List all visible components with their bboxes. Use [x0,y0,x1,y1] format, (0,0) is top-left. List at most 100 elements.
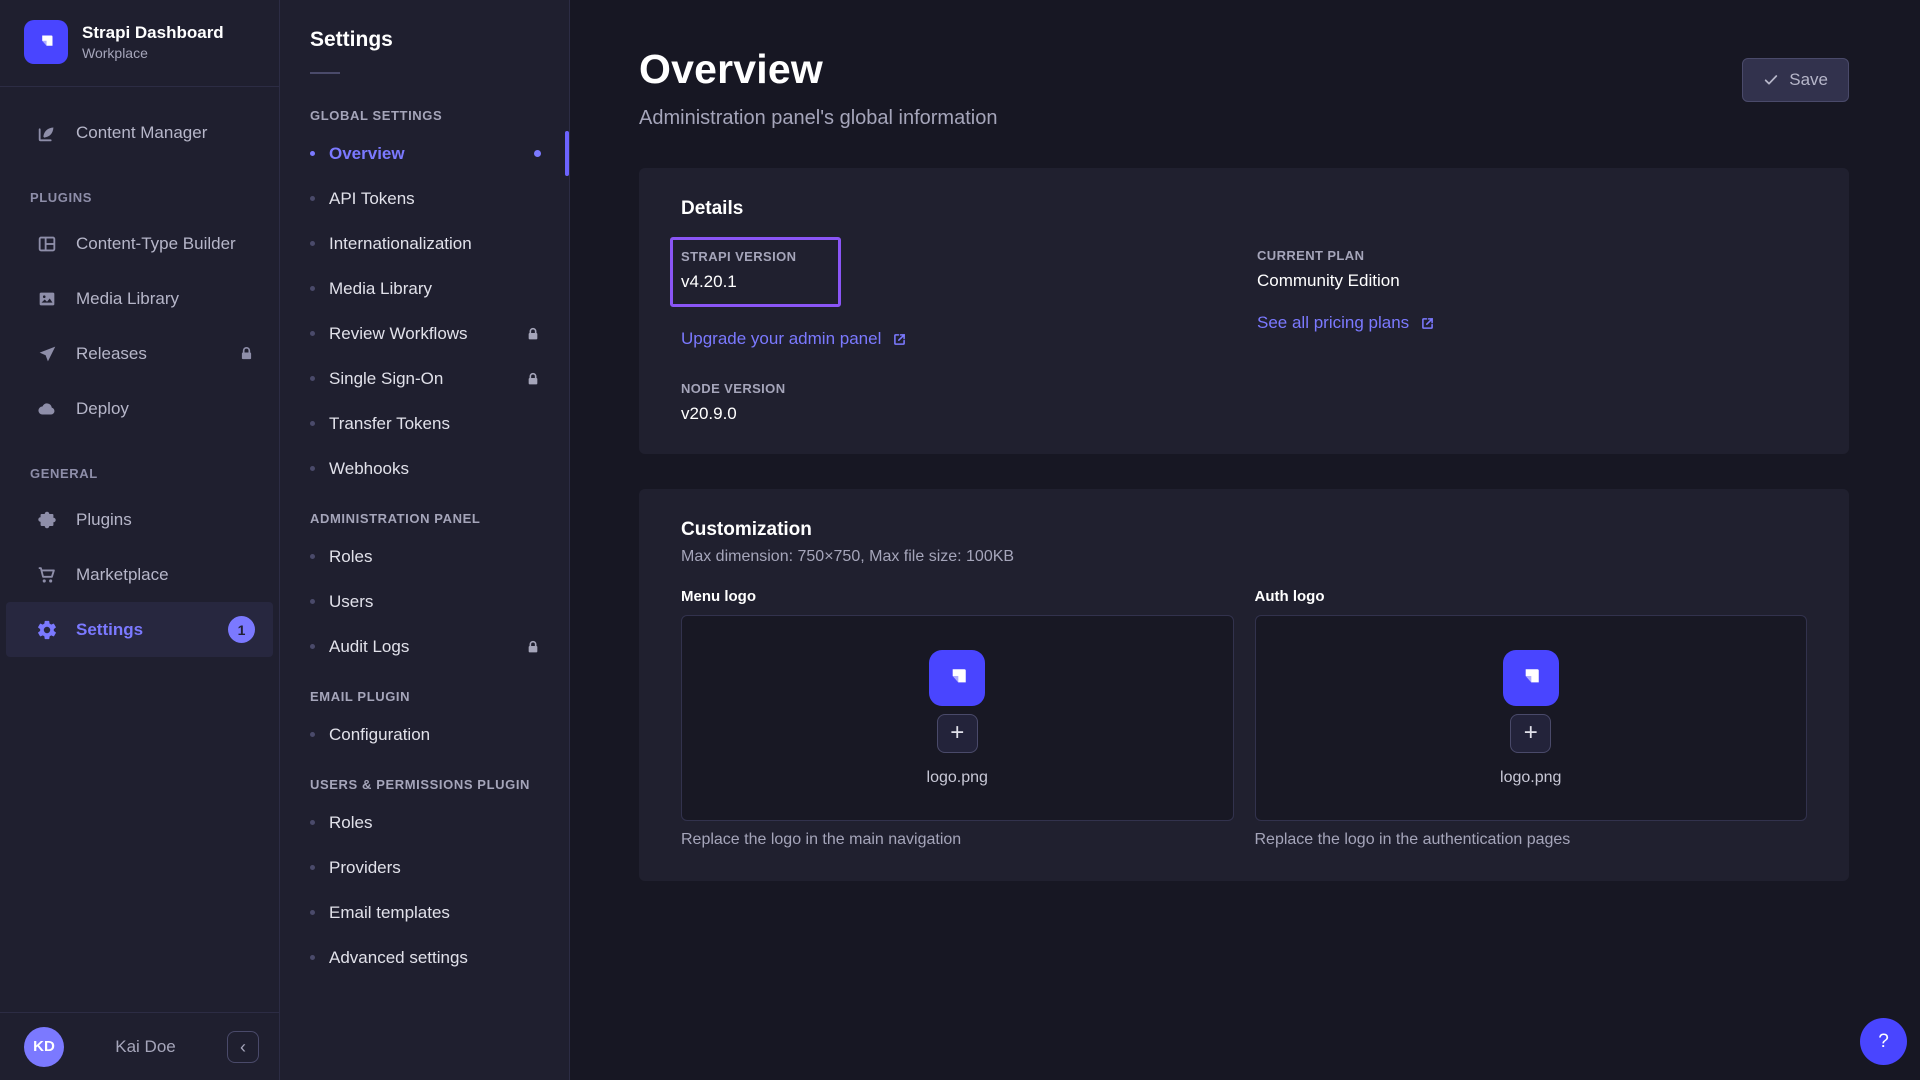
strapi-version-value: v4.20.1 [681,272,796,292]
sidebar-section-general: GENERAL [0,464,279,482]
subnav-item-providers[interactable]: Providers [280,845,569,890]
subnav-item-users[interactable]: Users [280,579,569,624]
subnav-item-label: Single Sign-On [329,369,525,389]
sidebar-item-label: Content Manager [76,123,255,143]
menu-logo-hint: Replace the logo in the main navigation [681,831,1234,849]
question-mark-icon: ? [1878,1031,1889,1053]
subnav-title-divider [310,72,340,74]
auth-logo-label: Auth logo [1255,588,1808,605]
sidebar-item-label: Content-Type Builder [76,234,255,254]
bullet-icon [310,599,315,604]
save-button[interactable]: Save [1742,58,1849,102]
subnav-item-advanced-settings[interactable]: Advanced settings [280,935,569,980]
strapi-version-highlight: STRAPI VERSION v4.20.1 [670,237,841,307]
sidebar-item-label: Settings [76,620,210,640]
customization-card: Customization Max dimension: 750×750, Ma… [639,489,1849,881]
add-auth-logo-button[interactable]: + [1510,714,1551,753]
pricing-plans-link[interactable]: See all pricing plans [1257,313,1436,333]
bullet-icon [310,865,315,870]
plus-icon: + [1524,721,1538,745]
subnav-item-roles-admin[interactable]: Roles [280,534,569,579]
subnav-item-label: Advanced settings [329,948,541,968]
sidebar-item-releases[interactable]: Releases [6,326,273,381]
subnav-group-users-permissions-plugin: USERS & PERMISSIONS PLUGIN [280,777,569,792]
auth-logo-filename: logo.png [1500,769,1561,787]
subnav-group-list: Configuration [280,712,569,757]
auth-logo-upload-box[interactable]: + logo.png [1255,615,1808,821]
sidebar-item-content-type-builder[interactable]: Content-Type Builder [6,216,273,271]
help-button[interactable]: ? [1860,1018,1907,1065]
current-plan-label: CURRENT PLAN [1257,248,1807,263]
subnav-item-email-templates[interactable]: Email templates [280,890,569,935]
menu-logo-upload-box[interactable]: + logo.png [681,615,1234,821]
subnav-item-label: Transfer Tokens [329,414,541,434]
bullet-icon [310,644,315,649]
save-button-label: Save [1789,70,1828,90]
node-version-label: NODE VERSION [681,381,1257,396]
strapi-logo-icon [1503,650,1559,706]
subnav-item-configuration[interactable]: Configuration [280,712,569,757]
menu-logo-label: Menu logo [681,588,1234,605]
workplace-switcher[interactable]: Strapi Dashboard Workplace [0,0,279,86]
customization-card-title: Customization [681,519,1807,541]
sidebar-item-content-manager[interactable]: Content Manager [6,105,273,160]
bullet-icon [310,955,315,960]
subnav-item-label: Internationalization [329,234,541,254]
upgrade-admin-panel-link[interactable]: Upgrade your admin panel [681,329,908,349]
avatar[interactable]: KD [24,1027,64,1067]
subnav-item-label: Roles [329,547,541,567]
subnav-item-audit-logs[interactable]: Audit Logs [280,624,569,669]
menu-logo-filename: logo.png [927,769,988,787]
lock-icon [525,371,541,387]
subnav-item-label: Email templates [329,903,541,923]
gear-icon [36,619,58,641]
subnav-item-review-workflows[interactable]: Review Workflows [280,311,569,356]
lock-icon [238,345,255,362]
strapi-logo-icon [24,20,68,64]
logo-columns: Menu logo + logo.png Replace the logo in… [681,588,1807,849]
auth-logo-field: Auth logo + logo.png Replace the logo in… [1255,588,1808,849]
active-item-indicator [565,131,569,176]
subnav-item-webhooks[interactable]: Webhooks [280,446,569,491]
main-nav: Content Manager PLUGINS Content-Type Bui… [0,87,279,1012]
bullet-icon [310,376,315,381]
sidebar-item-plugins[interactable]: Plugins [6,492,273,547]
subnav-item-label: API Tokens [329,189,541,209]
subnav-item-single-sign-on[interactable]: Single Sign-On [280,356,569,401]
strapi-version-label: STRAPI VERSION [681,249,796,264]
subnav-item-label: Roles [329,813,541,833]
customization-constraints: Max dimension: 750×750, Max file size: 1… [681,548,1807,566]
settings-notification-badge: 1 [228,616,255,643]
subnav-item-api-tokens[interactable]: API Tokens [280,176,569,221]
subnav-item-roles-up[interactable]: Roles [280,800,569,845]
main-sidebar: Strapi Dashboard Workplace Content Manag… [0,0,280,1080]
subnav-item-label: Overview [329,144,534,164]
subnav-item-transfer-tokens[interactable]: Transfer Tokens [280,401,569,446]
sidebar-item-label: Releases [76,344,220,364]
sidebar-collapse-button[interactable]: ‹ [227,1031,259,1063]
bullet-icon [310,732,315,737]
pricing-link-label: See all pricing plans [1257,313,1409,333]
subnav-item-label: Review Workflows [329,324,525,344]
sidebar-item-settings[interactable]: Settings 1 [6,602,273,657]
layout-icon [36,233,58,255]
sidebar-item-deploy[interactable]: Deploy [6,381,273,436]
add-menu-logo-button[interactable]: + [937,714,978,753]
subnav-item-media-library[interactable]: Media Library [280,266,569,311]
cart-icon [36,564,58,586]
subnav-item-label: Webhooks [329,459,541,479]
current-plan-value: Community Edition [1257,271,1807,291]
user-name: Kai Doe [80,1037,211,1057]
lock-icon [525,639,541,655]
main-content: Overview Administration panel's global i… [570,0,1920,1080]
subnav-item-label: Configuration [329,725,541,745]
sidebar-item-label: Media Library [76,289,255,309]
subnav-item-label: Users [329,592,541,612]
subnav-item-overview[interactable]: Overview [280,131,569,176]
subnav-item-internationalization[interactable]: Internationalization [280,221,569,266]
sidebar-item-media-library[interactable]: Media Library [6,271,273,326]
subnav-group-list: Overview API Tokens Internationalization… [280,131,569,491]
subnav-group-list: Roles Users Audit Logs [280,534,569,669]
details-card-title: Details [681,198,1807,220]
sidebar-item-marketplace[interactable]: Marketplace [6,547,273,602]
